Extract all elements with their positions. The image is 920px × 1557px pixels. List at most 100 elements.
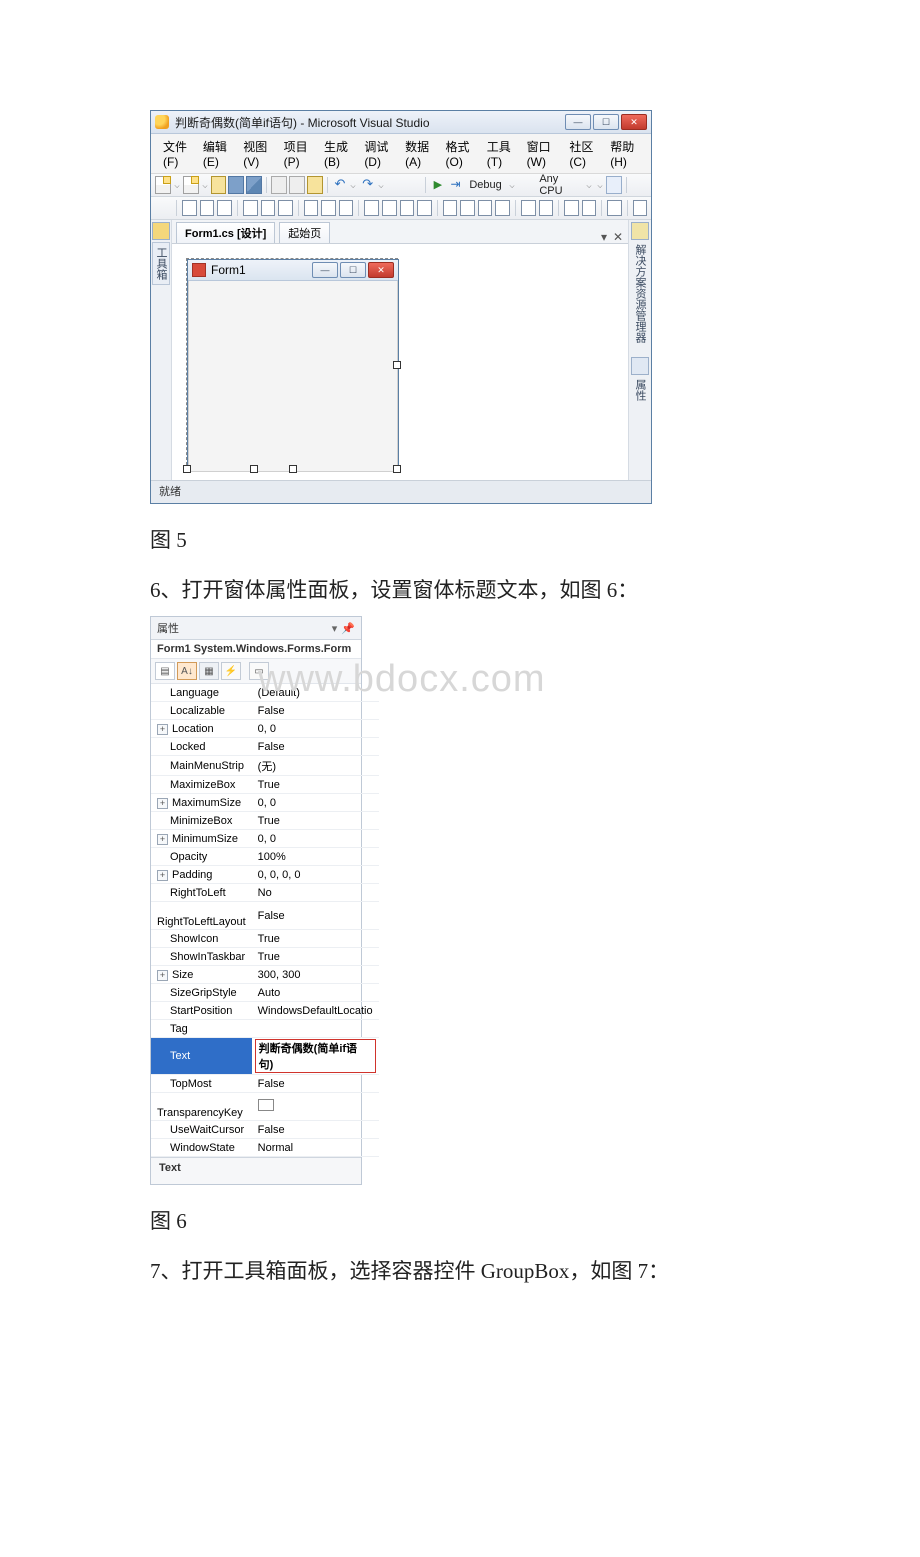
- step-icon[interactable]: [448, 176, 464, 194]
- expand-icon[interactable]: +: [157, 870, 168, 881]
- menu-community[interactable]: 社区(C): [563, 136, 604, 171]
- property-row[interactable]: MainMenuStrip(无): [151, 756, 379, 776]
- form-selection[interactable]: Form1 — ☐ ✕: [186, 258, 398, 470]
- vspace-icon[interactable]: [443, 200, 458, 216]
- designer-canvas[interactable]: Form1 — ☐ ✕: [172, 244, 628, 480]
- vspace-inc-icon[interactable]: [460, 200, 475, 216]
- property-value[interactable]: 0, 0: [252, 794, 379, 812]
- property-row[interactable]: LocalizableFalse: [151, 702, 379, 720]
- menu-data[interactable]: 数据(A): [399, 136, 439, 171]
- tab-dropdown-icon[interactable]: ▾: [598, 231, 610, 243]
- categorized-icon[interactable]: ▤: [155, 662, 175, 680]
- toolbar-options-icon[interactable]: [631, 176, 647, 194]
- expand-icon[interactable]: +: [157, 724, 168, 735]
- property-value[interactable]: False: [252, 1075, 379, 1093]
- solution-explorer-tab[interactable]: 解决方案资源管理器: [632, 244, 648, 343]
- tab-design[interactable]: Form1.cs [设计]: [176, 222, 275, 243]
- property-row[interactable]: MinimizeBoxTrue: [151, 812, 379, 830]
- save-all-icon[interactable]: [246, 176, 262, 194]
- expand-icon[interactable]: +: [157, 970, 168, 981]
- property-row[interactable]: +Location0, 0: [151, 720, 379, 738]
- property-value[interactable]: 判断奇偶数(简单if语句): [252, 1038, 379, 1075]
- expand-icon[interactable]: +: [157, 798, 168, 809]
- toolbox-icon[interactable]: [152, 222, 170, 240]
- dropdown-icon[interactable]: [379, 183, 384, 188]
- resize-handle-se[interactable]: [393, 465, 401, 473]
- property-row[interactable]: ShowIconTrue: [151, 930, 379, 948]
- property-value[interactable]: 0, 0: [252, 830, 379, 848]
- menu-help[interactable]: 帮助(H): [604, 136, 645, 171]
- property-value[interactable]: 100%: [252, 848, 379, 866]
- send-back-icon[interactable]: [582, 200, 597, 216]
- property-value[interactable]: False: [252, 702, 379, 720]
- vspace-dec-icon[interactable]: [478, 200, 493, 216]
- property-value[interactable]: WindowsDefaultLocatio: [252, 1002, 379, 1020]
- property-value[interactable]: False: [252, 738, 379, 756]
- property-row[interactable]: RightToLeftNo: [151, 884, 379, 902]
- property-row[interactable]: TransparencyKey: [151, 1093, 379, 1121]
- vspace-rem-icon[interactable]: [495, 200, 510, 216]
- paste-icon[interactable]: [307, 176, 323, 194]
- debug-config[interactable]: Debug: [465, 179, 505, 191]
- menu-view[interactable]: 视图(V): [237, 136, 277, 171]
- property-value[interactable]: No: [252, 884, 379, 902]
- dropdown-icon[interactable]: [351, 183, 356, 188]
- properties-page-icon[interactable]: ▦: [199, 662, 219, 680]
- property-row[interactable]: TopMostFalse: [151, 1075, 379, 1093]
- property-value[interactable]: 0, 0, 0, 0: [252, 866, 379, 884]
- open-file-icon[interactable]: [211, 176, 227, 194]
- property-row[interactable]: +MaximumSize0, 0: [151, 794, 379, 812]
- property-value[interactable]: True: [252, 776, 379, 794]
- property-row[interactable]: Tag: [151, 1020, 379, 1038]
- bring-front-icon[interactable]: [564, 200, 579, 216]
- property-value[interactable]: [252, 1093, 379, 1121]
- tab-order-icon[interactable]: [607, 200, 622, 216]
- property-row[interactable]: Opacity100%: [151, 848, 379, 866]
- properties-object[interactable]: Form1 System.Windows.Forms.Form: [151, 640, 361, 659]
- merge-icon[interactable]: [633, 200, 648, 216]
- copy-icon[interactable]: [289, 176, 305, 194]
- panel-pin-icon[interactable]: 📌: [341, 622, 355, 635]
- find-icon[interactable]: [606, 176, 622, 194]
- align-mid-icon[interactable]: [261, 200, 276, 216]
- property-value[interactable]: (Default): [252, 684, 379, 702]
- platform-config[interactable]: Any CPU: [535, 173, 582, 197]
- properties-icon[interactable]: [631, 357, 649, 375]
- property-row[interactable]: WindowStateNormal: [151, 1139, 379, 1157]
- property-row[interactable]: LockedFalse: [151, 738, 379, 756]
- property-value[interactable]: True: [252, 812, 379, 830]
- menu-tools[interactable]: 工具(T): [481, 136, 521, 171]
- hspace-rem-icon[interactable]: [417, 200, 432, 216]
- add-item-icon[interactable]: [183, 176, 199, 194]
- menu-project[interactable]: 项目(P): [278, 136, 318, 171]
- menu-window[interactable]: 窗口(W): [521, 136, 564, 171]
- resize-handle-sw[interactable]: [183, 465, 191, 473]
- align-left-icon[interactable]: [182, 200, 197, 216]
- property-value[interactable]: True: [252, 948, 379, 966]
- tab-close-icon[interactable]: ✕: [612, 231, 624, 243]
- same-size-icon[interactable]: [339, 200, 354, 216]
- property-row[interactable]: UseWaitCursorFalse: [151, 1121, 379, 1139]
- resize-handle-e[interactable]: [393, 361, 401, 369]
- property-value[interactable]: False: [252, 1121, 379, 1139]
- property-row[interactable]: Language(Default): [151, 684, 379, 702]
- hspace-dec-icon[interactable]: [400, 200, 415, 216]
- property-value[interactable]: 300, 300: [252, 966, 379, 984]
- property-row[interactable]: ShowInTaskbarTrue: [151, 948, 379, 966]
- panel-dropdown-icon[interactable]: ▾: [332, 622, 338, 635]
- property-row[interactable]: +MinimumSize0, 0: [151, 830, 379, 848]
- property-value[interactable]: (无): [252, 756, 379, 776]
- resize-handle-s[interactable]: [289, 465, 297, 473]
- property-row[interactable]: +Size300, 300: [151, 966, 379, 984]
- align-right-icon[interactable]: [217, 200, 232, 216]
- close-button[interactable]: ✕: [621, 114, 647, 130]
- save-icon[interactable]: [228, 176, 244, 194]
- property-value[interactable]: 0, 0: [252, 720, 379, 738]
- hspace-inc-icon[interactable]: [382, 200, 397, 216]
- menu-build[interactable]: 生成(B): [318, 136, 358, 171]
- form-body[interactable]: [188, 281, 398, 472]
- property-value[interactable]: True: [252, 930, 379, 948]
- redo-icon[interactable]: [359, 176, 375, 194]
- undo-icon[interactable]: [331, 176, 347, 194]
- hspace-icon[interactable]: [364, 200, 379, 216]
